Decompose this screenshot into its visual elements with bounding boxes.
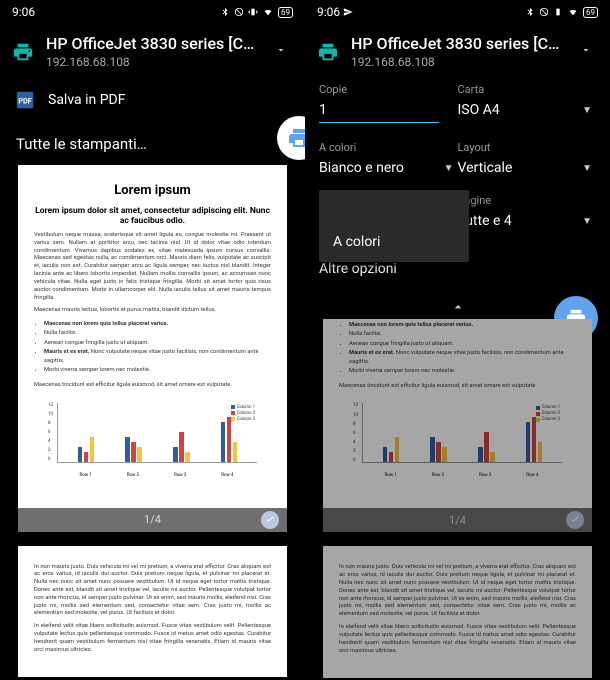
page-selected-check-icon[interactable] — [566, 511, 584, 529]
preview-page-2[interactable]: In non mauris justo. Duis vehicula mi ve… — [323, 546, 592, 678]
all-printers-option[interactable]: Tutte le stampanti… — [0, 121, 305, 165]
wifi-icon — [262, 7, 274, 17]
bluetooth-icon — [525, 7, 535, 17]
do-not-disturb-icon — [234, 7, 244, 17]
chevron-down-icon: ▼ — [444, 163, 454, 174]
pdf-icon: PDF — [14, 89, 36, 111]
chevron-down-icon: ▼ — [582, 105, 592, 116]
printer-name: HP OfficeJet 3830 series [C4EB4C] — [46, 34, 257, 53]
doc-title: Lorem ipsum — [34, 183, 271, 198]
vibrate-icon — [553, 7, 563, 17]
preview-page-1[interactable]: Lorem ipsum Lorem ipsum dolor sit amet, … — [18, 165, 287, 532]
chevron-down-icon[interactable] — [269, 38, 293, 66]
printer-ip: 192.168.68.108 — [351, 55, 562, 69]
chevron-down-icon[interactable] — [574, 38, 598, 66]
vibrate-icon — [248, 7, 258, 17]
wifi-icon — [567, 7, 579, 17]
destination-list: PDF Salva in PDF Tutte le stampanti… — [0, 79, 305, 165]
doc-para: In eleifend velit vitae libero sollicitu… — [339, 624, 576, 655]
pages-field[interactable]: Pagine Tutte e 4▼ — [458, 194, 597, 229]
status-bar: 9:06 69 — [0, 0, 305, 24]
doc-para: Maecenas tincidunt est efficitur ligula … — [34, 382, 271, 390]
paper-field[interactable]: Carta ISO A4▼ — [458, 83, 597, 123]
doc-para: In eleifend velit vitae libero sollicitu… — [34, 623, 271, 654]
printer-icon — [317, 41, 339, 63]
color-dropdown-popup[interactable]: Bianco e nero A colori — [319, 190, 469, 262]
page-indicator: 1/4 — [144, 513, 161, 526]
status-bar: 9:06 69 — [305, 0, 610, 24]
clock-text: 9:06 — [317, 5, 353, 19]
preview-page-1[interactable]: Maecenas non lorem quis tellus placerat … — [323, 319, 592, 532]
bluetooth-icon — [220, 7, 230, 17]
doc-para: Maecenas mauris lectus, lobortis et puru… — [34, 307, 271, 315]
doc-bullets: Maecenas non lorem quis tellus placerat … — [339, 321, 576, 377]
doc-para: Vestibulum neque massa, scelerisque sit … — [34, 232, 271, 302]
do-not-disturb-icon — [539, 7, 549, 17]
doc-chart: 121086420 Column 1Column 2Column 3 — [34, 395, 271, 471]
print-preview[interactable]: Maecenas non lorem quis tellus placerat … — [305, 319, 610, 678]
layout-field[interactable]: Layout Verticale▼ — [458, 141, 597, 176]
svg-text:PDF: PDF — [18, 97, 32, 106]
chevron-down-icon: ▼ — [582, 216, 592, 227]
doc-chart: 121086420 Column 1Column 2Column 3 — [339, 395, 576, 471]
page-footer: 1/4 — [18, 508, 287, 532]
printer-header[interactable]: HP OfficeJet 3830 series [C4EB... 192.16… — [305, 24, 610, 79]
right-screenshot: 9:06 69 HP OfficeJet 3830 series [C4EB..… — [305, 0, 610, 680]
status-icons: 69 — [220, 7, 293, 18]
printer-header[interactable]: HP OfficeJet 3830 series [C4EB4C] 192.16… — [0, 24, 305, 79]
save-pdf-label: Salva in PDF — [48, 92, 125, 108]
doc-para: Maecenas tincidunt est efficitur ligula … — [339, 383, 576, 391]
doc-para: In non mauris justo. Duis vehicula mi ve… — [34, 564, 271, 619]
doc-subtitle: Lorem ipsum dolor sit amet, consectetur … — [34, 206, 271, 226]
printer-name: HP OfficeJet 3830 series [C4EB... — [351, 34, 562, 53]
page-indicator: 1/4 — [449, 514, 466, 527]
battery-icon: 69 — [583, 7, 598, 18]
clock-text: 9:06 — [12, 5, 35, 19]
chevron-down-icon: ▼ — [582, 163, 592, 174]
preview-page-2[interactable]: In non mauris justo. Duis vehicula mi ve… — [18, 546, 287, 678]
doc-bullets: Maecenas non lorem quis tellus placerat … — [34, 320, 271, 376]
save-as-pdf-option[interactable]: PDF Salva in PDF — [0, 79, 305, 121]
copies-field[interactable]: Copie 1 — [319, 83, 458, 123]
status-icons: 69 — [525, 7, 598, 18]
printer-icon — [12, 41, 34, 63]
left-screenshot: 9:06 69 HP OfficeJet 3830 series [C4EB4C… — [0, 0, 305, 680]
printer-ip: 192.168.68.108 — [46, 55, 257, 69]
color-field[interactable]: A colori Bianco e nero▼ — [319, 141, 458, 176]
doc-para: In non mauris justo. Duis vehicula mi ve… — [339, 564, 576, 619]
print-preview[interactable]: Lorem ipsum Lorem ipsum dolor sit amet, … — [0, 165, 305, 677]
dropdown-option-color[interactable]: A colori — [333, 234, 455, 250]
page-selected-check-icon[interactable] — [261, 511, 279, 529]
battery-icon: 69 — [278, 7, 293, 18]
page-footer: 1/4 — [323, 508, 592, 532]
